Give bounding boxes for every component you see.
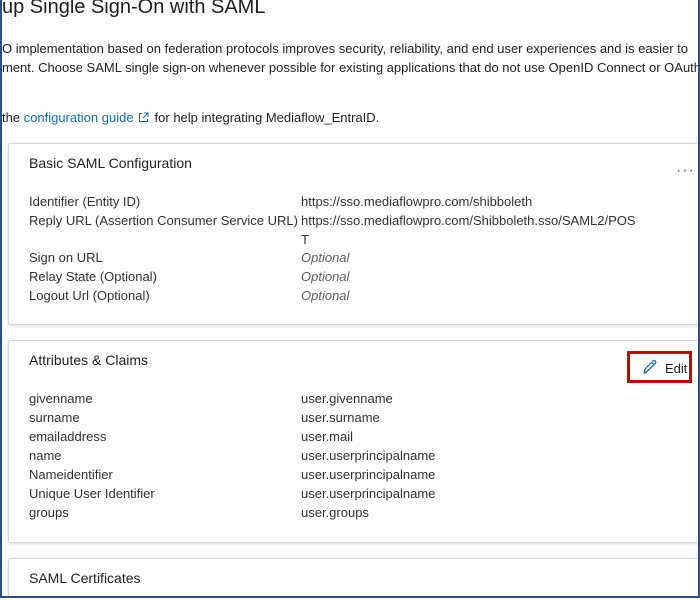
claim-name: emailaddress: [29, 429, 107, 444]
claim-name: Nameidentifier: [29, 467, 113, 482]
page-title: up Single Sign-On with SAML: [2, 0, 266, 18]
screenshot-frame: up Single Sign-On with SAML O implementa…: [0, 0, 700, 598]
claim-value: user.userprincipalname: [301, 448, 436, 463]
field-value: Optional: [301, 269, 350, 284]
saml-certificates-title: SAML Certificates: [29, 570, 141, 586]
claim-name: Unique User Identifier: [29, 486, 155, 501]
guide-line: the configuration guide for help integra…: [2, 110, 379, 126]
claim-name: name: [29, 448, 62, 463]
claim-value: user.groups: [301, 505, 369, 520]
claim-value: user.mail: [301, 429, 354, 444]
field-value: Optional: [301, 250, 350, 265]
more-options-button[interactable]: ···: [676, 162, 695, 180]
external-link-icon[interactable]: [138, 111, 149, 126]
attributes-claims-title: Attributes & Claims: [29, 352, 149, 368]
field-label: Relay State (Optional): [29, 269, 157, 284]
pencil-icon: [641, 359, 658, 379]
intro-line-1: O implementation based on federation pro…: [2, 41, 688, 56]
field-value: Optional: [301, 288, 350, 303]
field-value: https://sso.mediaflowpro.com/Shibboleth.…: [301, 213, 636, 247]
claim-value: user.userprincipalname: [301, 467, 436, 482]
edit-attributes-button[interactable]: Edit: [627, 351, 692, 383]
claim-name: givenname: [29, 391, 93, 406]
field-value: https://sso.mediaflowpro.com/shibboleth: [301, 194, 533, 209]
attributes-claims-card: Attributes & Claims givenname user.given…: [8, 340, 698, 543]
field-label: Reply URL (Assertion Consumer Service UR…: [29, 213, 298, 228]
intro-line-2: ment. Choose SAML single sign-on wheneve…: [2, 60, 700, 75]
claim-value: user.userprincipalname: [301, 486, 436, 501]
field-label: Sign on URL: [29, 250, 103, 265]
field-label: Logout Url (Optional): [29, 288, 150, 303]
basic-saml-title: Basic SAML Configuration: [29, 155, 192, 171]
field-label: Identifier (Entity ID): [29, 194, 141, 209]
guide-prefix: the: [2, 110, 24, 125]
claim-value: user.surname: [301, 410, 380, 425]
claim-name: surname: [29, 410, 80, 425]
edit-label: Edit: [665, 361, 688, 376]
claim-value: user.givenname: [301, 391, 393, 406]
basic-saml-card: Basic SAML Configuration ··· Identifier …: [8, 143, 698, 325]
guide-suffix: for help integrating Mediaflow_EntraID.: [154, 110, 380, 125]
saml-certificates-card: SAML Certificates: [8, 558, 698, 596]
claim-name: groups: [29, 505, 69, 520]
configuration-guide-link[interactable]: configuration guide: [24, 110, 134, 125]
intro-text: O implementation based on federation pro…: [2, 39, 700, 77]
